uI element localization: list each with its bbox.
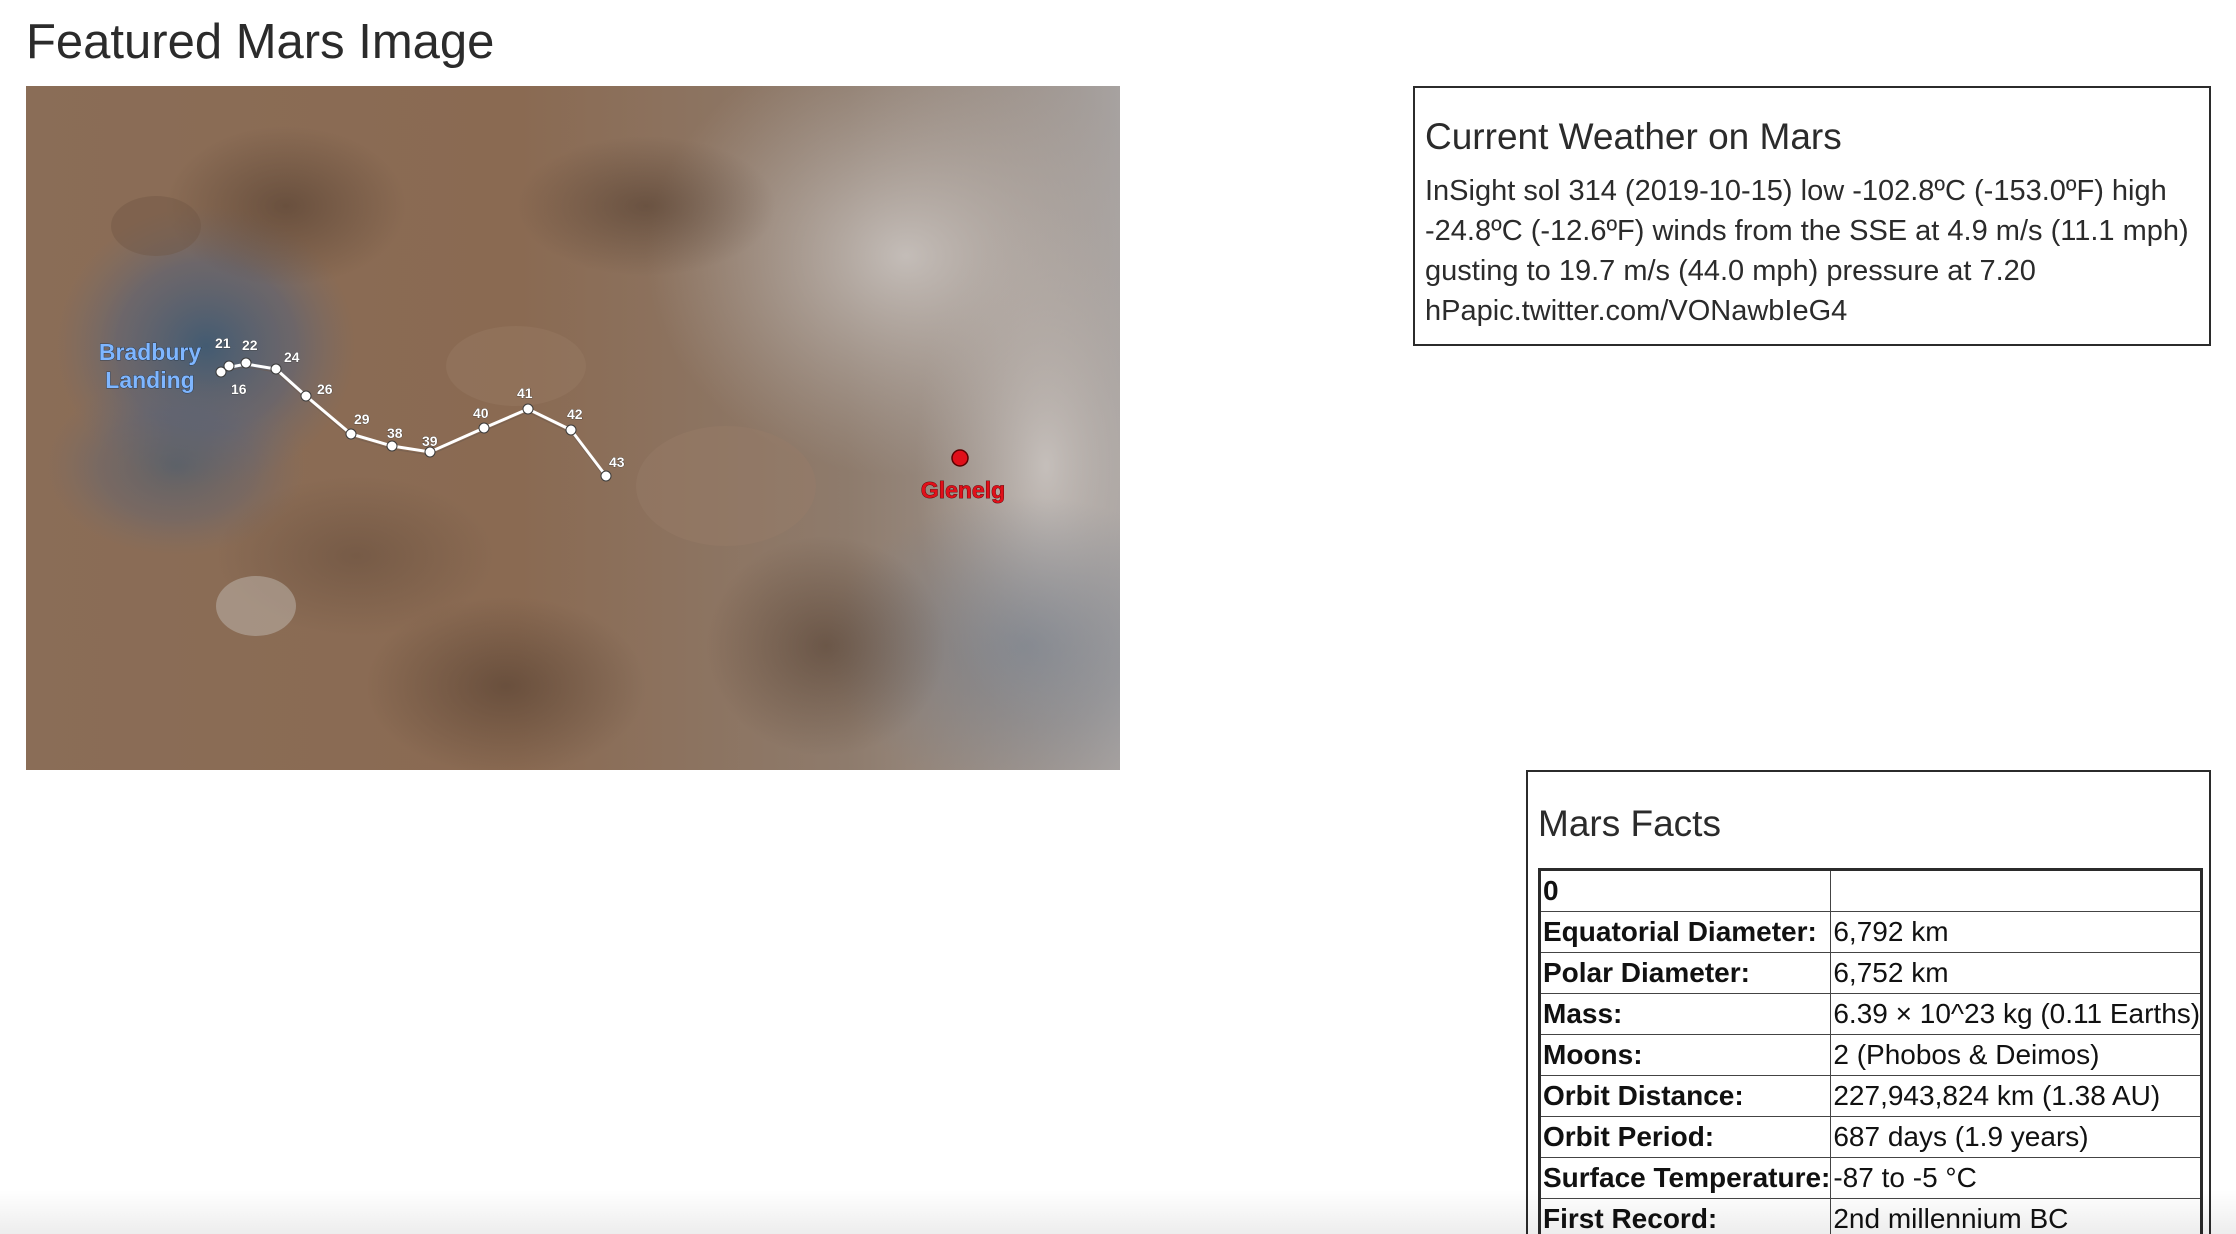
fact-label: Equatorial Diameter:: [1538, 911, 1832, 953]
fact-value: 6,752 km: [1830, 952, 2203, 994]
fact-label: Mass:: [1538, 993, 1832, 1035]
route-label: 22: [242, 337, 258, 353]
fact-label: First Record:: [1538, 1198, 1832, 1234]
route-label: 24: [284, 349, 300, 365]
glenelg-marker-icon: [951, 449, 969, 467]
featured-image-title: Featured Mars Image: [26, 15, 495, 69]
route-label: 39: [422, 433, 438, 449]
table-row: Surface Temperature: -87 to -5 °C: [1538, 1157, 2203, 1199]
weather-title: Current Weather on Mars: [1425, 116, 1842, 157]
fact-value: 6,792 km: [1830, 911, 2203, 953]
table-header-row: 0: [1538, 869, 2203, 912]
table-row: Moons: 2 (Phobos & Deimos): [1538, 1034, 2203, 1076]
fact-value: 2 (Phobos & Deimos): [1830, 1034, 2203, 1076]
route-label: 40: [473, 405, 489, 421]
fact-value: 6.39 × 10^23 kg (0.11 Earths): [1830, 993, 2203, 1035]
fact-label: Surface Temperature:: [1538, 1157, 1832, 1199]
table-row: Polar Diameter: 6,752 km: [1538, 952, 2203, 994]
page: Featured Mars Image 21 22 16 24 26 29 38…: [0, 0, 2236, 1234]
route-label: 41: [517, 385, 533, 401]
table-row: Equatorial Diameter: 6,792 km: [1538, 911, 2203, 953]
fact-value: 687 days (1.9 years): [1830, 1116, 2203, 1158]
mars-facts-panel: Mars Facts 0 Equatorial Diameter: 6,792 …: [1526, 770, 2211, 1234]
fact-label: Polar Diameter:: [1538, 952, 1832, 994]
route-label: 43: [609, 454, 625, 470]
fact-label: Moons:: [1538, 1034, 1832, 1076]
route-label: 38: [387, 425, 403, 441]
mars-facts-title: Mars Facts: [1538, 803, 1721, 844]
fact-value: 2nd millennium BC: [1830, 1198, 2203, 1234]
route-label: 42: [567, 406, 583, 422]
mars-facts-table: 0 Equatorial Diameter: 6,792 km Polar Di…: [1538, 868, 2204, 1234]
weather-line: InSight sol 314 (2019-10-15) low -102.8º…: [1425, 175, 2167, 207]
featured-mars-image[interactable]: 21 22 16 24 26 29 38 39 40 41 42 43 Brad…: [26, 86, 1120, 770]
table-header-cell: [1830, 869, 2203, 912]
fact-value: 227,943,824 km (1.38 AU): [1830, 1075, 2203, 1117]
fact-label: Orbit Distance:: [1538, 1075, 1832, 1117]
route-label: 26: [317, 381, 333, 397]
weather-panel: Current Weather on Mars InSight sol 314 …: [1413, 86, 2211, 346]
weather-line: gusting to 19.7 m/s (44.0 mph) pressure …: [1425, 255, 2036, 287]
route-label: 21: [215, 335, 231, 351]
route-label: 29: [354, 411, 370, 427]
table-row: Mass: 6.39 × 10^23 kg (0.11 Earths): [1538, 993, 2203, 1035]
weather-report: InSight sol 314 (2019-10-15) low -102.8º…: [1425, 171, 2199, 331]
table-row: Orbit Distance: 227,943,824 km (1.38 AU): [1538, 1075, 2203, 1117]
route-label: 16: [231, 381, 247, 397]
fact-label: Orbit Period:: [1538, 1116, 1832, 1158]
bradbury-landing-label: Landing: [105, 367, 194, 393]
glenelg-label: Glenelg: [921, 477, 1005, 503]
weather-line: -24.8ºC (-12.6ºF) winds from the SSE at …: [1425, 215, 2189, 247]
table-row: First Record: 2nd millennium BC: [1538, 1198, 2203, 1234]
table-row: Orbit Period: 687 days (1.9 years): [1538, 1116, 2203, 1158]
bradbury-landing-label: Bradbury: [99, 339, 201, 365]
table-header-cell: 0: [1538, 869, 1832, 912]
weather-tweet-link[interactable]: hPapic.twitter.com/VONawbIeG4: [1425, 295, 1847, 327]
fact-value: -87 to -5 °C: [1830, 1157, 2203, 1199]
